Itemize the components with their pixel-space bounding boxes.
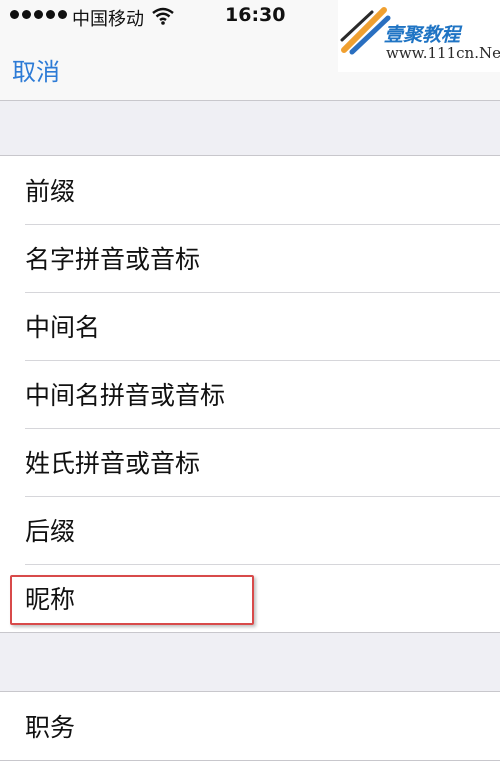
field-list-2: 职务 (0, 691, 500, 761)
field-label: 中间名拼音或音标 (25, 381, 226, 410)
field-label: 后缀 (25, 517, 76, 546)
field-label: 前缀 (25, 177, 76, 206)
field-label: 姓氏拼音或音标 (25, 449, 201, 478)
field-label: 职务 (25, 713, 76, 742)
logo-url: www.111cn.Net (386, 44, 500, 62)
field-last-name-phonetic[interactable]: 姓氏拼音或音标 (0, 428, 500, 496)
logo-title: 壹聚教程 (384, 24, 461, 46)
carrier-name: 中国移动 (72, 9, 144, 30)
watermark-logo: 壹聚教程 www.111cn.Net (338, 0, 500, 72)
nickname-highlight-box (10, 575, 254, 625)
wifi-icon (152, 7, 174, 25)
field-suffix[interactable]: 后缀 (0, 496, 500, 564)
field-prefix[interactable]: 前缀 (0, 156, 500, 224)
status-time: 16:30 (225, 4, 286, 26)
field-label: 中间名 (25, 313, 101, 342)
field-list: 前缀 名字拼音或音标 中间名 中间名拼音或音标 姓氏拼音或音标 后缀 昵称 (0, 155, 500, 633)
field-first-name-phonetic[interactable]: 名字拼音或音标 (0, 224, 500, 292)
field-middle-name-phonetic[interactable]: 中间名拼音或音标 (0, 360, 500, 428)
cancel-button[interactable]: 取消 (12, 52, 60, 87)
signal-strength-icon (10, 10, 67, 19)
field-label: 名字拼音或音标 (25, 245, 201, 274)
field-middle-name[interactable]: 中间名 (0, 292, 500, 360)
